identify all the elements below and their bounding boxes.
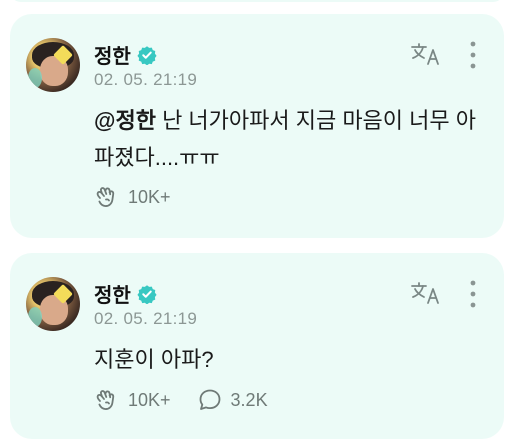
like-button[interactable]: 10K+ — [94, 387, 171, 413]
translate-icon[interactable] — [410, 281, 442, 305]
like-button[interactable]: 10K+ — [94, 184, 171, 210]
author-name[interactable]: 정한 — [94, 40, 131, 69]
comment-count: 3.2K — [230, 389, 268, 410]
post-actions: 10K+ 3.2K — [94, 387, 268, 413]
more-vertical-icon[interactable] — [470, 40, 476, 70]
avatar-decoration — [28, 307, 42, 327]
comment-bubble-icon — [199, 389, 220, 410]
author-avatar[interactable] — [26, 38, 80, 92]
post-card[interactable]: 정한 02. 05. 21:19 @정한 난 너가아파서 지금 마음이 너무 아… — [10, 14, 504, 238]
post-timestamp: 02. 05. 21:19 — [94, 309, 198, 328]
verified-badge-icon — [137, 45, 157, 65]
author-name[interactable]: 정한 — [94, 279, 131, 308]
post-text: 지훈이 아파? — [94, 347, 214, 372]
previous-post-card — [10, 0, 504, 2]
post-body: 지훈이 아파? — [94, 341, 484, 378]
author-avatar[interactable] — [26, 277, 80, 331]
post-body: @정한 난 너가아파서 지금 마음이 너무 아파졌다....ㅠㅠ — [94, 102, 484, 176]
like-count: 10K+ — [128, 186, 171, 207]
avatar-decoration — [28, 68, 42, 88]
post-card[interactable]: 정한 02. 05. 21:19 지훈이 아파? 10K+ 3.2K — [10, 253, 504, 439]
post-actions: 10K+ — [94, 184, 171, 210]
like-hand-icon — [96, 390, 115, 410]
like-count: 10K+ — [128, 389, 171, 410]
author-name-row[interactable]: 정한 — [94, 40, 157, 69]
like-hand-icon — [96, 187, 115, 207]
more-vertical-icon[interactable] — [470, 279, 476, 309]
author-name-row[interactable]: 정한 — [94, 279, 157, 308]
comment-button[interactable]: 3.2K — [197, 387, 268, 413]
post-timestamp: 02. 05. 21:19 — [94, 70, 198, 89]
verified-badge-icon — [137, 284, 157, 304]
translate-icon[interactable] — [410, 42, 442, 66]
mention-link[interactable]: @정한 — [94, 108, 156, 133]
